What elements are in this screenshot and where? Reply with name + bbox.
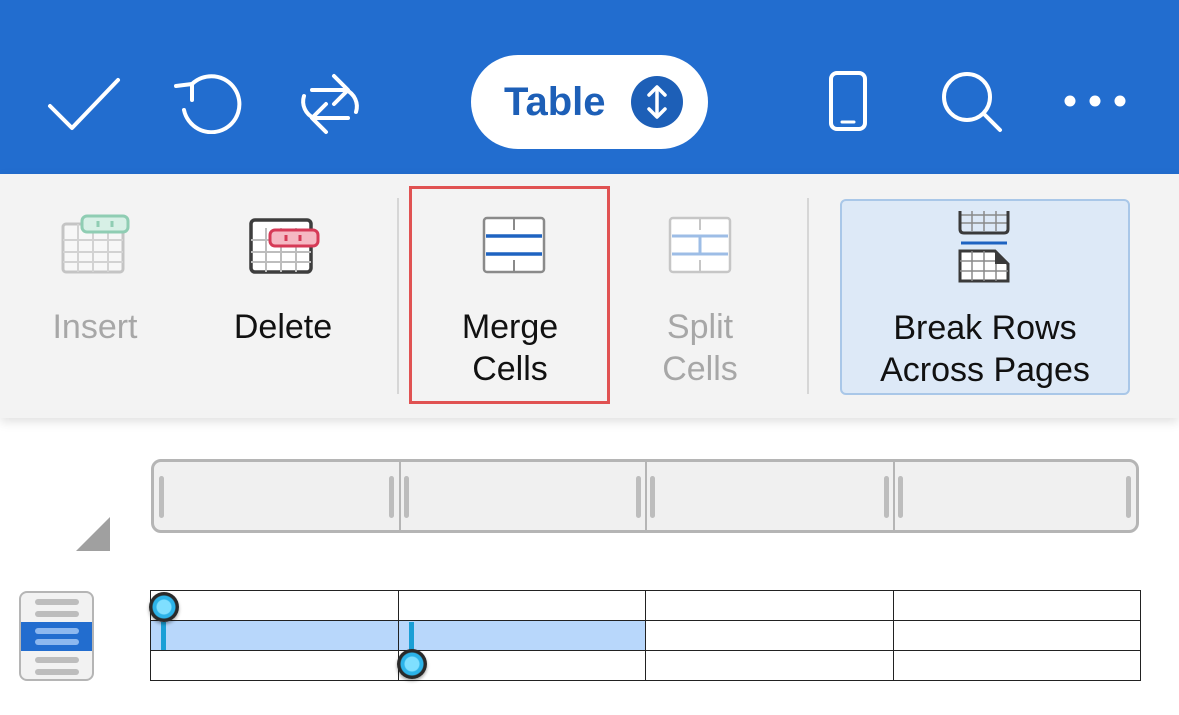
break-rows-icon (957, 211, 1013, 288)
insert-label: Insert (52, 308, 138, 346)
merge-cells-icon (482, 216, 546, 281)
table-cell-selected[interactable] (150, 620, 399, 651)
insert-table-icon (60, 214, 132, 281)
break-label-line2: Across Pages (880, 351, 1090, 389)
row-selector-bar (35, 611, 79, 617)
sync-icon[interactable] (290, 66, 370, 138)
table-cell[interactable] (645, 620, 894, 651)
selection-end-handle[interactable] (397, 649, 427, 679)
selection-start-handle[interactable] (149, 592, 179, 622)
table-cell[interactable] (150, 650, 399, 681)
table-row (150, 620, 1141, 651)
table-cell[interactable] (892, 650, 1141, 681)
split-label-line2: Cells (662, 350, 738, 388)
split-cells-icon (668, 216, 732, 281)
ribbon-separator (807, 198, 809, 394)
break-rows-button[interactable]: Break Rows Across Pages (840, 199, 1130, 395)
selection-end-stem (409, 622, 414, 650)
document-table (150, 590, 1141, 681)
merge-cells-button[interactable]: Merge Cells (412, 190, 608, 402)
table-cell[interactable] (397, 590, 646, 621)
split-cells-button[interactable]: Split Cells (622, 190, 778, 402)
column-divider (399, 462, 401, 530)
select-all-corner[interactable] (76, 517, 110, 551)
column-marker[interactable] (898, 476, 903, 518)
column-marker[interactable] (404, 476, 409, 518)
break-label-line1: Break Rows (893, 309, 1077, 347)
checkmark-icon[interactable] (46, 76, 122, 132)
table-cell[interactable] (645, 650, 894, 681)
row-selector-active (21, 622, 92, 651)
delete-label: Delete (233, 308, 333, 346)
column-marker[interactable] (1126, 476, 1131, 518)
table-row (150, 650, 1141, 681)
split-label-line1: Split (666, 308, 734, 346)
table-cell-selected[interactable] (397, 620, 646, 651)
column-marker[interactable] (636, 476, 641, 518)
table-cell[interactable] (397, 650, 646, 681)
table-cell[interactable] (892, 620, 1141, 651)
mode-switcher[interactable]: Table (471, 55, 708, 149)
more-icon[interactable] (1062, 93, 1128, 109)
row-selector-bar (35, 657, 79, 663)
mode-toggle-icon (631, 76, 683, 128)
row-selector-bar (35, 669, 79, 675)
column-marker[interactable] (389, 476, 394, 518)
row-selector-bar (35, 639, 79, 645)
delete-button[interactable]: Delete (208, 200, 358, 390)
undo-icon[interactable] (170, 70, 246, 134)
table-cell[interactable] (645, 590, 894, 621)
table-row (150, 590, 1141, 621)
phone-icon[interactable] (828, 70, 870, 134)
table-cell[interactable] (892, 590, 1141, 621)
insert-button[interactable]: Insert (20, 200, 170, 390)
delete-table-icon (248, 214, 322, 281)
row-selector-bar (35, 628, 79, 634)
app-toolbar: Table (0, 0, 1179, 174)
ribbon-separator (397, 198, 399, 394)
column-marker[interactable] (884, 476, 889, 518)
column-marker[interactable] (650, 476, 655, 518)
table-cell[interactable] (150, 590, 399, 621)
selection-start-stem (161, 622, 166, 650)
search-icon[interactable] (940, 70, 1006, 136)
merge-label-line1: Merge (461, 308, 559, 346)
merge-label-line2: Cells (472, 350, 548, 388)
row-selector-icon[interactable] (19, 591, 94, 681)
column-divider (645, 462, 647, 530)
column-ruler[interactable] (151, 459, 1139, 533)
mode-label: Table (504, 80, 606, 124)
row-selector-bar (35, 599, 79, 605)
column-marker[interactable] (159, 476, 164, 518)
column-divider (893, 462, 895, 530)
